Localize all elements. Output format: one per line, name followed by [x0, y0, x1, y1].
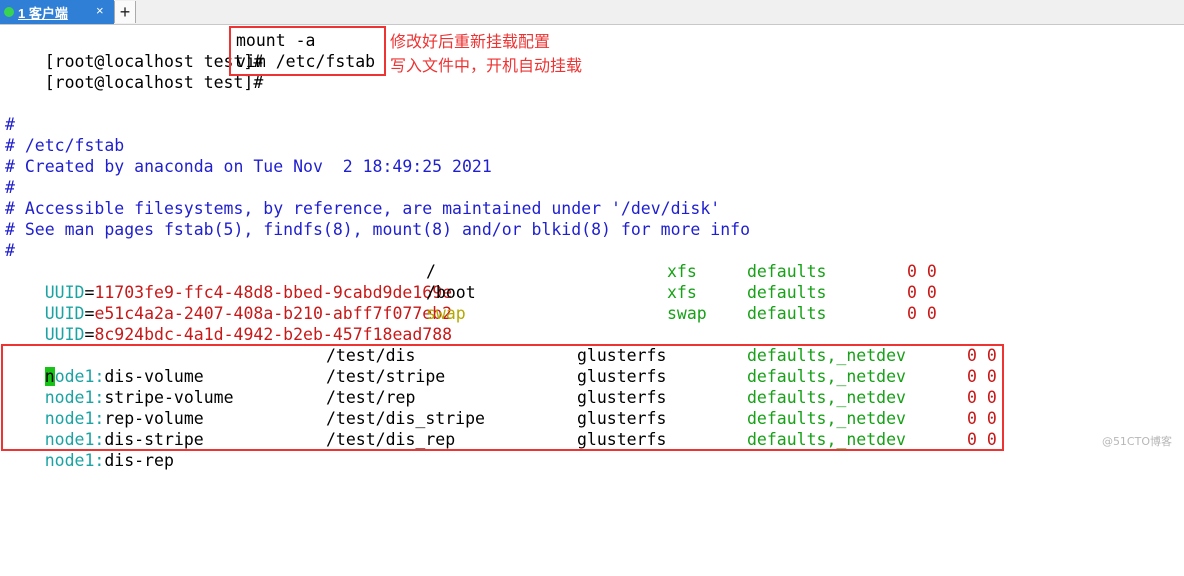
dump-pass: 0 0	[907, 283, 937, 302]
dump-pass: 0 0	[907, 304, 937, 323]
fs-type: xfs	[667, 283, 697, 302]
mount-options: defaults	[747, 283, 827, 302]
prompt-line: [root@localhost test]# mount -a	[5, 30, 316, 71]
fstab-uuid-row: UUID=11703fe9-ffc4-48d8-bbed-9cabd9de169…	[5, 261, 937, 302]
uuid-key: UUID	[44, 325, 85, 344]
mount-point: swap	[426, 304, 466, 323]
mount-point: /	[426, 262, 436, 281]
dump-pass: 0 0	[907, 262, 937, 281]
prompt-line: [root@localhost test]# vim /etc/fstab	[5, 51, 375, 92]
mount-options: defaults	[747, 262, 827, 281]
uuid-value: 8c924bdc-4a1d-4942-b2eb-457f18ead788	[94, 325, 453, 344]
command-highlight-box	[229, 26, 386, 76]
close-icon[interactable]: ×	[96, 3, 104, 18]
comment-line: # See man pages fstab(5), findfs(8), mou…	[5, 220, 751, 239]
annotation-autoload: 写入文件中，开机自动挂载	[390, 56, 583, 75]
tab-bar: 1 客户端 × +	[0, 0, 1184, 25]
comment-line: #	[5, 115, 15, 134]
comment-line: #	[5, 178, 15, 197]
comment-line: #	[5, 241, 15, 260]
comment-line: # Created by anaconda on Tue Nov 2 18:49…	[5, 157, 492, 176]
fstab-uuid-row: UUID=e51c4a2a-2407-408a-b210-abff7f077eb…	[5, 282, 937, 323]
fs-type: swap	[667, 304, 707, 323]
new-tab-button[interactable]: +	[114, 1, 136, 23]
gluster-highlight-box	[1, 344, 1004, 451]
terminal[interactable]: [root@localhost test]# mount -a [root@loc…	[0, 26, 1184, 470]
gluster-host: node1	[44, 451, 95, 470]
tab-label: 1 客户端	[18, 5, 68, 21]
fstab-uuid-row: UUID=8c924bdc-4a1d-4942-b2eb-457f18ead78…	[5, 303, 937, 344]
fs-type: xfs	[667, 262, 697, 281]
watermark: @51CTO博客	[1101, 435, 1172, 448]
tab-client[interactable]: 1 客户端 ×	[0, 0, 114, 24]
comment-line: # Accessible filesystems, by reference, …	[5, 199, 721, 218]
gluster-volume: dis-rep	[104, 451, 174, 470]
mount-options: defaults	[747, 304, 827, 323]
uuid-sep: =	[84, 325, 95, 344]
annotation-remount: 修改好后重新挂载配置	[390, 32, 551, 51]
comment-line: # /etc/fstab	[5, 136, 125, 155]
status-dot-icon	[4, 7, 14, 17]
mount-point: /boot	[426, 283, 476, 302]
gluster-sep: :	[94, 451, 105, 470]
